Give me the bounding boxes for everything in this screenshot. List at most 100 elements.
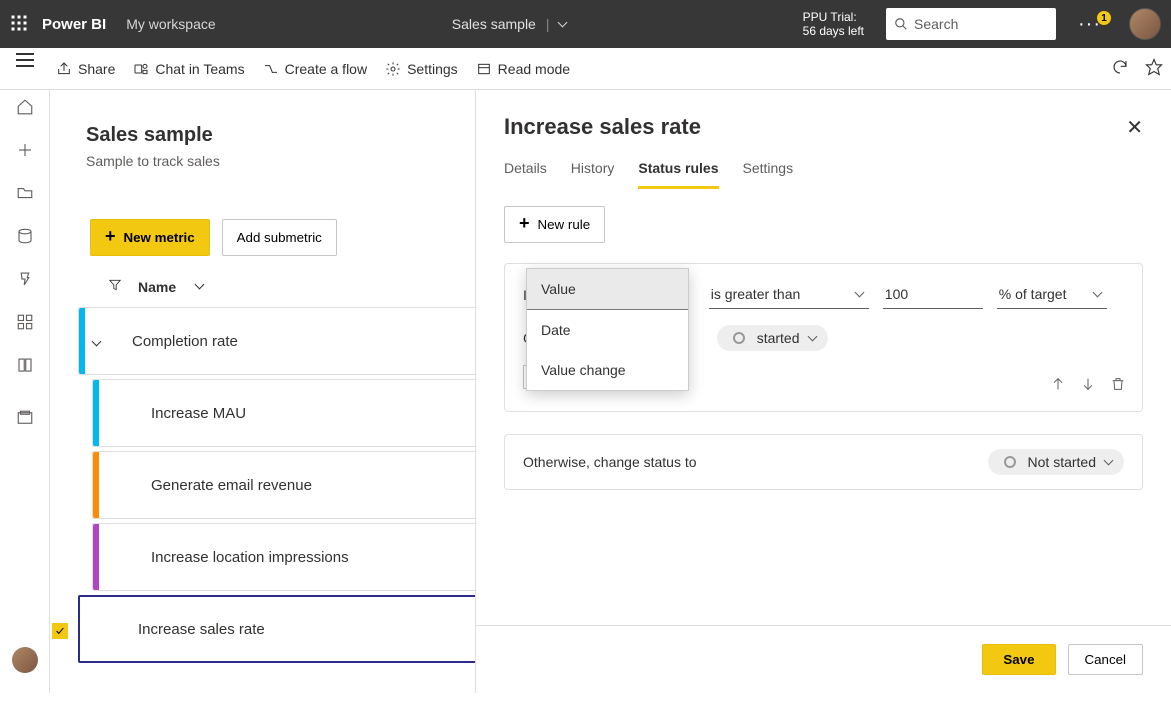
- chevron-down-icon: [807, 332, 817, 342]
- dropdown-option[interactable]: Value: [527, 269, 688, 310]
- favorite-button[interactable]: [1145, 58, 1163, 79]
- scorecard-subtitle: Sample to track sales: [86, 153, 220, 169]
- close-button[interactable]: ✕: [1126, 115, 1143, 140]
- unit-dropdown[interactable]: % of target: [997, 280, 1107, 309]
- status-label: started: [757, 330, 800, 346]
- nav-home[interactable]: [16, 98, 34, 119]
- column-name[interactable]: Name: [138, 279, 176, 295]
- search-input[interactable]: Search: [886, 8, 1056, 40]
- panel-footer: Save Cancel: [476, 625, 1171, 693]
- details-panel: Increase sales rate ✕ Details History Stat…: [475, 90, 1171, 693]
- chevron-down-icon: [854, 288, 864, 298]
- tab-history[interactable]: History: [571, 160, 615, 188]
- refresh-button[interactable]: [1111, 58, 1129, 79]
- panel-tabs: Details History Status rules Settings: [504, 160, 1143, 188]
- read-mode-button[interactable]: Read mode: [476, 61, 570, 77]
- product-name[interactable]: Power BI: [42, 16, 106, 33]
- nav-toggle-button[interactable]: [16, 59, 34, 61]
- panel-title: Increase sales rate: [504, 114, 701, 140]
- status-selector[interactable]: started: [717, 325, 828, 351]
- page-title[interactable]: Sales sample: [452, 16, 536, 32]
- trial-status[interactable]: PPU Trial: 56 days left: [803, 10, 864, 39]
- share-button[interactable]: Share: [56, 61, 115, 77]
- new-rule-button[interactable]: New rule: [504, 206, 605, 243]
- plus-icon: [105, 227, 116, 248]
- cancel-label: Cancel: [1085, 652, 1127, 667]
- flow-icon: [263, 61, 279, 77]
- read-icon: [476, 61, 492, 77]
- save-label: Save: [1003, 652, 1034, 667]
- dropdown-option[interactable]: Date: [527, 310, 688, 350]
- expand-toggle[interactable]: [92, 336, 102, 346]
- otherwise-card: Otherwise, change status to Not started: [504, 434, 1143, 490]
- notification-badge: 1: [1097, 11, 1111, 25]
- share-icon: [56, 61, 72, 77]
- workspace-breadcrumb[interactable]: My workspace: [126, 16, 215, 32]
- trial-line2: 56 days left: [803, 24, 864, 38]
- dropdown-option[interactable]: Value change: [527, 350, 688, 390]
- value-type-dropdown: ValueDateValue change: [526, 268, 689, 391]
- selected-check: [52, 623, 68, 639]
- otherwise-status-label: Not started: [1028, 454, 1096, 470]
- save-button[interactable]: Save: [982, 644, 1055, 675]
- plus-icon: [519, 214, 530, 235]
- nav-data[interactable]: [16, 227, 34, 248]
- add-submetric-label: Add submetric: [237, 230, 322, 245]
- settings-button[interactable]: Settings: [385, 61, 458, 77]
- chat-label: Chat in Teams: [155, 61, 244, 77]
- chevron-down-icon[interactable]: [195, 280, 205, 290]
- status-color-bar: [93, 380, 99, 446]
- gear-icon: [385, 61, 401, 77]
- user-avatar[interactable]: [1129, 8, 1161, 40]
- workspace-avatar[interactable]: [12, 647, 38, 673]
- move-up-button[interactable]: [1050, 376, 1066, 395]
- value-text: 100: [885, 286, 908, 302]
- tab-status-rules[interactable]: Status rules: [638, 160, 718, 189]
- create-flow-button[interactable]: Create a flow: [263, 61, 367, 77]
- status-color-bar: [93, 524, 99, 590]
- search-placeholder: Search: [914, 16, 958, 32]
- separator: |: [546, 16, 550, 32]
- value-input[interactable]: 100: [883, 280, 983, 309]
- global-header: Power BI My workspace Sales sample | PPU…: [0, 0, 1171, 48]
- tab-details[interactable]: Details: [504, 160, 547, 188]
- nav-workspaces[interactable]: [16, 409, 34, 430]
- delete-button[interactable]: [1110, 376, 1126, 395]
- add-submetric-button[interactable]: Add submetric: [222, 219, 337, 256]
- settings-label: Settings: [407, 61, 458, 77]
- status-color-bar: [80, 597, 86, 661]
- app-launcher-icon[interactable]: [10, 14, 28, 35]
- command-bar: Share Chat in Teams Create a flow Settin…: [0, 48, 1171, 90]
- search-icon: [894, 17, 908, 31]
- chat-teams-button[interactable]: Chat in Teams: [133, 61, 244, 77]
- nav-apps[interactable]: [16, 313, 34, 334]
- new-metric-button[interactable]: New metric: [90, 219, 210, 256]
- share-label: Share: [78, 61, 115, 77]
- chevron-down-icon: [1092, 288, 1102, 298]
- tab-settings[interactable]: Settings: [743, 160, 794, 188]
- nav-goals[interactable]: [16, 270, 34, 291]
- more-actions-button[interactable]: ··· 1: [1074, 15, 1105, 33]
- filter-icon[interactable]: [108, 278, 122, 295]
- nav-learn[interactable]: [16, 356, 34, 377]
- chevron-down-icon: [1104, 456, 1114, 466]
- chevron-down-icon[interactable]: [558, 17, 568, 27]
- teams-icon: [133, 61, 149, 77]
- nav-browse[interactable]: [16, 184, 34, 205]
- trial-line1: PPU Trial:: [803, 10, 864, 24]
- status-color-bar: [79, 308, 85, 374]
- cancel-button[interactable]: Cancel: [1068, 644, 1144, 675]
- operator-label: is greater than: [711, 286, 801, 302]
- operator-dropdown[interactable]: is greater than: [709, 280, 869, 309]
- readmode-label: Read mode: [498, 61, 570, 77]
- otherwise-label: Otherwise, change status to: [523, 454, 697, 470]
- header-center: Sales sample |: [226, 16, 793, 32]
- new-rule-label: New rule: [538, 217, 591, 232]
- flow-label: Create a flow: [285, 61, 367, 77]
- status-color-bar: [93, 452, 99, 518]
- scorecard-title: Sales sample: [86, 124, 220, 147]
- move-down-button[interactable]: [1080, 376, 1096, 395]
- nav-create[interactable]: [16, 141, 34, 162]
- unit-label: % of target: [999, 286, 1067, 302]
- otherwise-status-selector[interactable]: Not started: [988, 449, 1124, 475]
